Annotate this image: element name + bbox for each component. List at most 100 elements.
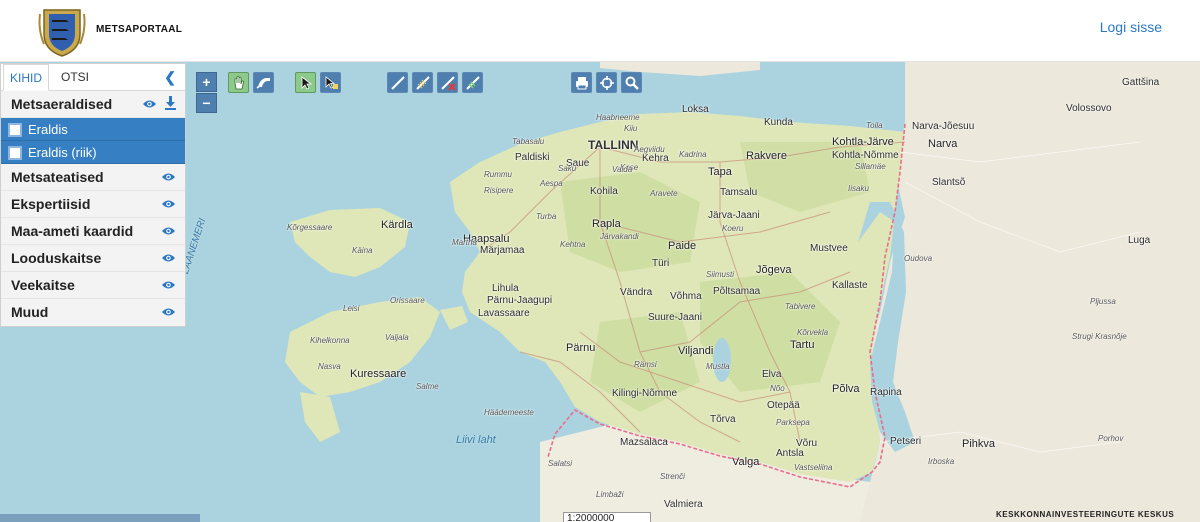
map-place-label: Nasva <box>318 362 341 371</box>
map-place-label: Aegviidu <box>634 145 665 154</box>
map-place-label: Koeru <box>722 224 744 233</box>
map-place-label: Valjala <box>385 333 409 342</box>
layer-group-label: Muud <box>11 304 49 320</box>
zoom-box-tool-button[interactable] <box>253 72 274 93</box>
map-place-label: Valmiera <box>664 499 703 510</box>
map-place-label: Irboska <box>928 457 955 466</box>
select-tool-button[interactable] <box>295 72 316 93</box>
map-place-label: Sillamäe <box>855 162 886 171</box>
layer-checkbox[interactable] <box>8 146 22 160</box>
map-place-label: Pihkva <box>962 438 996 450</box>
map-place-label: Loksa <box>682 104 709 115</box>
measure-clear-button[interactable] <box>437 72 458 93</box>
map-place-label: Märjamaa <box>480 245 525 256</box>
pan-tool-button[interactable] <box>228 72 249 93</box>
map-place-label: Salatsi <box>548 459 573 468</box>
eye-icon[interactable] <box>161 198 176 210</box>
sublayer-label: Eraldis (riik) <box>28 145 97 160</box>
map-place-label: Mazsalaca <box>620 437 668 448</box>
info-tool-button[interactable] <box>320 72 341 93</box>
map-place-label: Järvakandi <box>600 232 639 241</box>
measure-area-button[interactable] <box>412 72 433 93</box>
layer-group-looduskaitse[interactable]: Looduskaitse <box>1 245 185 272</box>
map-attribution: KESKKONNAINVESTEERINGUTE KESKUS <box>996 510 1175 519</box>
map-place-label: Põltsamaa <box>713 286 761 297</box>
zoom-out-button[interactable]: − <box>196 93 217 113</box>
map-place-label: Oudova <box>904 254 933 263</box>
locate-button[interactable] <box>596 72 617 93</box>
map-place-label: Vaida <box>612 165 633 174</box>
map-place-label: Otepää <box>767 400 800 411</box>
map-place-label: Järva-Jaani <box>708 210 760 221</box>
measure-line-button[interactable] <box>387 72 408 93</box>
map-place-label: Rämsi <box>634 360 657 369</box>
zoom-in-button[interactable]: + <box>196 72 217 92</box>
map-place-label: Lihula <box>492 283 519 294</box>
map-place-label: Tamsalu <box>720 187 758 198</box>
map-place-label: Kunda <box>764 117 793 128</box>
download-icon[interactable] <box>164 95 177 111</box>
print-icon <box>576 77 588 90</box>
map-place-label: Kihelkonna <box>310 336 350 345</box>
map-place-label: Limbaži <box>596 490 624 499</box>
map-place-label: Haabneeme <box>596 113 640 122</box>
layer-panel: KIHID OTSI ❮ Metsaeraldised Eraldis Eral… <box>0 63 186 327</box>
layer-group-metsaeraldised[interactable]: Metsaeraldised <box>1 91 185 118</box>
map-place-label: Strugi Krasnõje <box>1072 332 1127 341</box>
map-place-label: Tabasalu <box>512 137 545 146</box>
map-place-label: Iisaku <box>848 184 869 193</box>
eye-icon[interactable] <box>161 252 176 264</box>
map-place-label: Narva-Jõesuu <box>912 121 975 132</box>
map-place-label: Paide <box>668 240 697 252</box>
cursor-info-icon <box>325 76 338 89</box>
layer-group-label: Veekaitse <box>11 277 75 293</box>
scale-input[interactable]: 1:2000000 <box>563 512 651 522</box>
login-link[interactable]: Logi sisse <box>1100 19 1162 35</box>
coat-of-arms-logo[interactable] <box>36 4 88 58</box>
tab-kihid[interactable]: KIHID <box>3 64 50 91</box>
map-place-label: Salme <box>416 382 439 391</box>
search-button[interactable] <box>621 72 642 93</box>
map-place-label: Tõrva <box>710 414 736 425</box>
cursor-icon <box>301 76 313 90</box>
map-place-label: Porhov <box>1098 434 1124 443</box>
layer-group-maa-ameti-kaardid[interactable]: Maa-ameti kaardid <box>1 218 185 245</box>
map-place-label: Kohila <box>590 186 618 197</box>
search-icon <box>625 76 639 90</box>
measure-edit-icon <box>466 76 480 90</box>
hand-icon <box>234 76 244 90</box>
eye-icon[interactable] <box>142 98 157 110</box>
map-place-label: Kehtna <box>560 240 586 249</box>
layer-group-metsateatised[interactable]: Metsateatised <box>1 164 185 191</box>
eye-icon[interactable] <box>161 171 176 183</box>
map-place-label: Siimusti <box>706 270 735 279</box>
eye-icon[interactable] <box>161 306 176 318</box>
measure-clear-icon <box>441 76 456 91</box>
map-place-label: Rummu <box>484 170 513 179</box>
layer-group-veekaitse[interactable]: Veekaitse <box>1 272 185 299</box>
layer-group-muud[interactable]: Muud <box>1 299 185 326</box>
layer-group-ekspertiisid[interactable]: Ekspertiisid <box>1 191 185 218</box>
tab-otsi[interactable]: OTSI <box>55 64 95 91</box>
map-place-label: Põlva <box>832 383 860 395</box>
eye-icon[interactable] <box>161 279 176 291</box>
layer-checkbox[interactable] <box>8 123 22 137</box>
sublayer-eraldis-riik[interactable]: Eraldis (riik) <box>1 141 185 164</box>
ruler-icon <box>391 76 405 90</box>
map-place-label: Rapina <box>870 387 902 398</box>
print-button[interactable] <box>571 72 592 93</box>
map-place-label: Jõgeva <box>756 264 792 276</box>
crosshair-icon <box>600 76 614 90</box>
map-place-label: Slantsõ <box>932 177 966 188</box>
sublayer-eraldis[interactable]: Eraldis <box>1 118 185 141</box>
map-place-label: Vändra <box>620 287 653 298</box>
collapse-panel-icon[interactable]: ❮ <box>164 69 176 86</box>
map-place-label: Kuressaare <box>350 368 407 380</box>
map-place-label: Suure-Jaani <box>648 312 702 323</box>
map-place-label: Risipere <box>484 186 514 195</box>
measure-edit-button[interactable] <box>462 72 483 93</box>
eye-icon[interactable] <box>161 225 176 237</box>
map-place-label: Käina <box>352 246 373 255</box>
layer-group-label: Looduskaitse <box>11 250 102 266</box>
map-place-label: Orissaare <box>390 296 425 305</box>
